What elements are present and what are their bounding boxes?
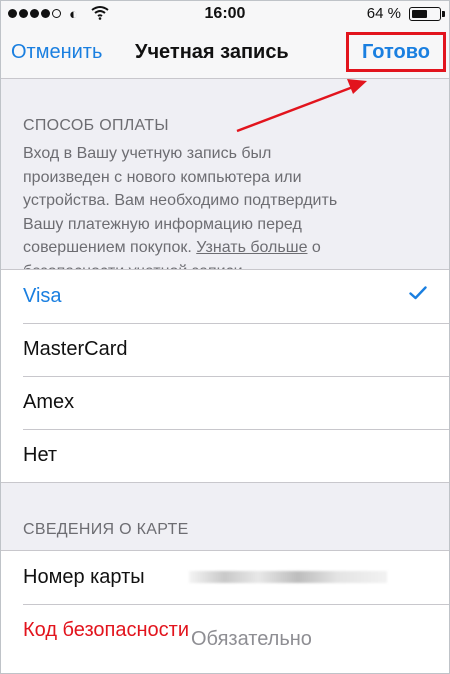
app-screen: ◐ 16:00 64 % Отменить Учетная запись Гот… (0, 0, 450, 674)
battery-percent: 64 % (366, 5, 401, 22)
status-bar: ◐ 16:00 64 % (1, 1, 449, 27)
page-title: Учетная запись (135, 41, 289, 63)
payment-option-none[interactable]: Нет (1, 429, 449, 482)
payment-option-label: Visa (23, 285, 62, 307)
note-line-tail: о (307, 239, 321, 256)
note-line: устройства. Вам необходимо подтвердить (23, 192, 338, 209)
payment-section-note: Вход в Вашу учетную запись был произведе… (23, 142, 433, 283)
note-line-text: совершением покупок. (23, 239, 192, 256)
payment-option-mastercard[interactable]: MasterCard (1, 323, 449, 376)
navigation-bar: Отменить Учетная запись Готово (1, 27, 449, 79)
security-code-input[interactable]: Обязательно (191, 628, 312, 651)
payment-option-amex[interactable]: Amex (1, 376, 449, 429)
cancel-button[interactable]: Отменить (11, 41, 102, 64)
checkmark-icon (409, 286, 427, 300)
security-code-row[interactable]: Код безопасности Обязательно (1, 604, 449, 673)
note-line: Вашу платежную информацию перед (23, 215, 302, 233)
note-line: произведен с нового компьютера или (23, 168, 302, 186)
card-number-input[interactable] (189, 571, 387, 583)
card-number-label: Номер карты (23, 566, 145, 588)
card-details-list: Номер карты Код безопасности Обязательно (1, 550, 449, 673)
done-button[interactable]: Готово (346, 32, 446, 72)
payment-option-label: Amex (23, 391, 75, 413)
payment-method-list: Visa MasterCard Amex Нет (1, 269, 449, 483)
payment-section-header: СПОСОБ ОПЛАТЫ (23, 117, 169, 134)
note-line: Вход в Вашу учетную запись был (23, 145, 272, 162)
security-code-label: Код безопасности (23, 619, 189, 641)
payment-option-visa[interactable]: Visa (1, 270, 449, 323)
payment-option-label: MasterCard (23, 338, 128, 360)
learn-more-link[interactable]: Узнать больше (196, 239, 307, 256)
payment-option-label: Нет (23, 444, 58, 466)
card-number-row[interactable]: Номер карты (1, 551, 449, 604)
note-line: совершением покупок. Узнать больше о (23, 236, 433, 260)
battery-icon (409, 7, 445, 21)
card-section-header: СВЕДЕНИЯ О КАРТЕ (23, 521, 189, 538)
